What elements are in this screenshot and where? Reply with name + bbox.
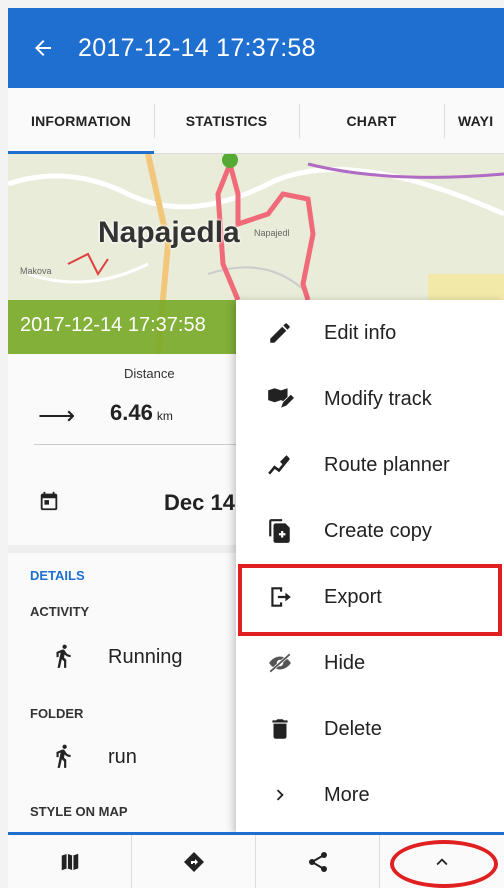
details-heading: DETAILS (30, 568, 85, 583)
activity-value[interactable]: Running (108, 646, 183, 669)
menu-item-label: More (324, 783, 370, 806)
map-edit-icon (268, 388, 294, 408)
map-date-overlay: 2017-12-14 17:37:58 (8, 300, 244, 354)
calendar-icon (40, 491, 58, 511)
copy-icon (269, 519, 290, 543)
arrow-right-icon: ⟶ (38, 400, 76, 430)
map-place-label: Napajedla (98, 216, 240, 249)
date-value: Dec 14 (164, 490, 235, 515)
eye-off-icon (269, 653, 291, 673)
export-highlight-box (238, 564, 502, 636)
menu-item-modify-track[interactable]: Modify track (236, 366, 504, 432)
tab-divider (299, 104, 300, 138)
arrow-left-icon (35, 40, 51, 56)
menu-item-label: Hide (324, 651, 366, 674)
divider (34, 444, 238, 445)
folder-value[interactable]: run (108, 746, 137, 769)
menu-item-more[interactable]: More (236, 762, 504, 828)
menu-item-label: Delete (324, 717, 382, 740)
tab-bar: INFORMATION STATISTICS CHART WAYI (8, 88, 504, 155)
menu-item-edit-info[interactable]: Edit info (236, 300, 504, 366)
tab-statistics[interactable]: STATISTICS (154, 88, 299, 154)
menu-item-label: Edit info (324, 321, 397, 344)
running-icon (56, 744, 71, 768)
running-icon (56, 644, 71, 668)
app-bar: 2017-12-14 17:37:58 (8, 8, 504, 88)
section-separator (8, 545, 238, 553)
svg-text:Makova: Makova (20, 266, 52, 276)
tab-information[interactable]: INFORMATION (8, 88, 154, 155)
share-icon (308, 851, 327, 872)
style-heading: STYLE ON MAP (30, 804, 128, 819)
distance-unit: km (156, 409, 173, 423)
chevron-right-icon (276, 789, 284, 801)
distance-number: 6.46 (110, 400, 153, 425)
menu-item-delete[interactable]: Delete (236, 696, 504, 762)
tab-chart[interactable]: CHART (299, 88, 444, 154)
menu-item-hide[interactable]: Hide (236, 630, 504, 696)
route-planner-icon (268, 455, 290, 475)
svg-text:Napajedl: Napajedl (254, 228, 290, 238)
share-button[interactable] (256, 835, 380, 888)
tab-waypoints[interactable]: WAYI (444, 88, 504, 154)
navigate-icon (183, 851, 204, 872)
more-button-highlight-circle (390, 840, 498, 888)
distance-label: Distance (124, 366, 175, 381)
navigate-button[interactable] (132, 835, 256, 888)
page-title: 2017-12-14 17:37:58 (78, 33, 316, 62)
menu-item-label: Modify track (324, 387, 432, 410)
folder-heading: FOLDER (30, 706, 84, 721)
map-button[interactable] (8, 835, 132, 888)
menu-item-route-planner[interactable]: Route planner (236, 432, 504, 498)
tab-divider (444, 104, 445, 138)
menu-item-create-copy[interactable]: Create copy (236, 498, 504, 564)
menu-item-label: Create copy (324, 519, 432, 542)
distance-value: 6.46 km (110, 400, 173, 426)
map-icon (61, 853, 78, 870)
activity-heading: ACTIVITY (30, 604, 90, 619)
trash-icon (272, 719, 288, 739)
menu-item-label: Route planner (324, 453, 450, 476)
tab-divider (154, 104, 155, 138)
back-button[interactable] (8, 8, 78, 88)
pencil-icon (270, 323, 290, 343)
